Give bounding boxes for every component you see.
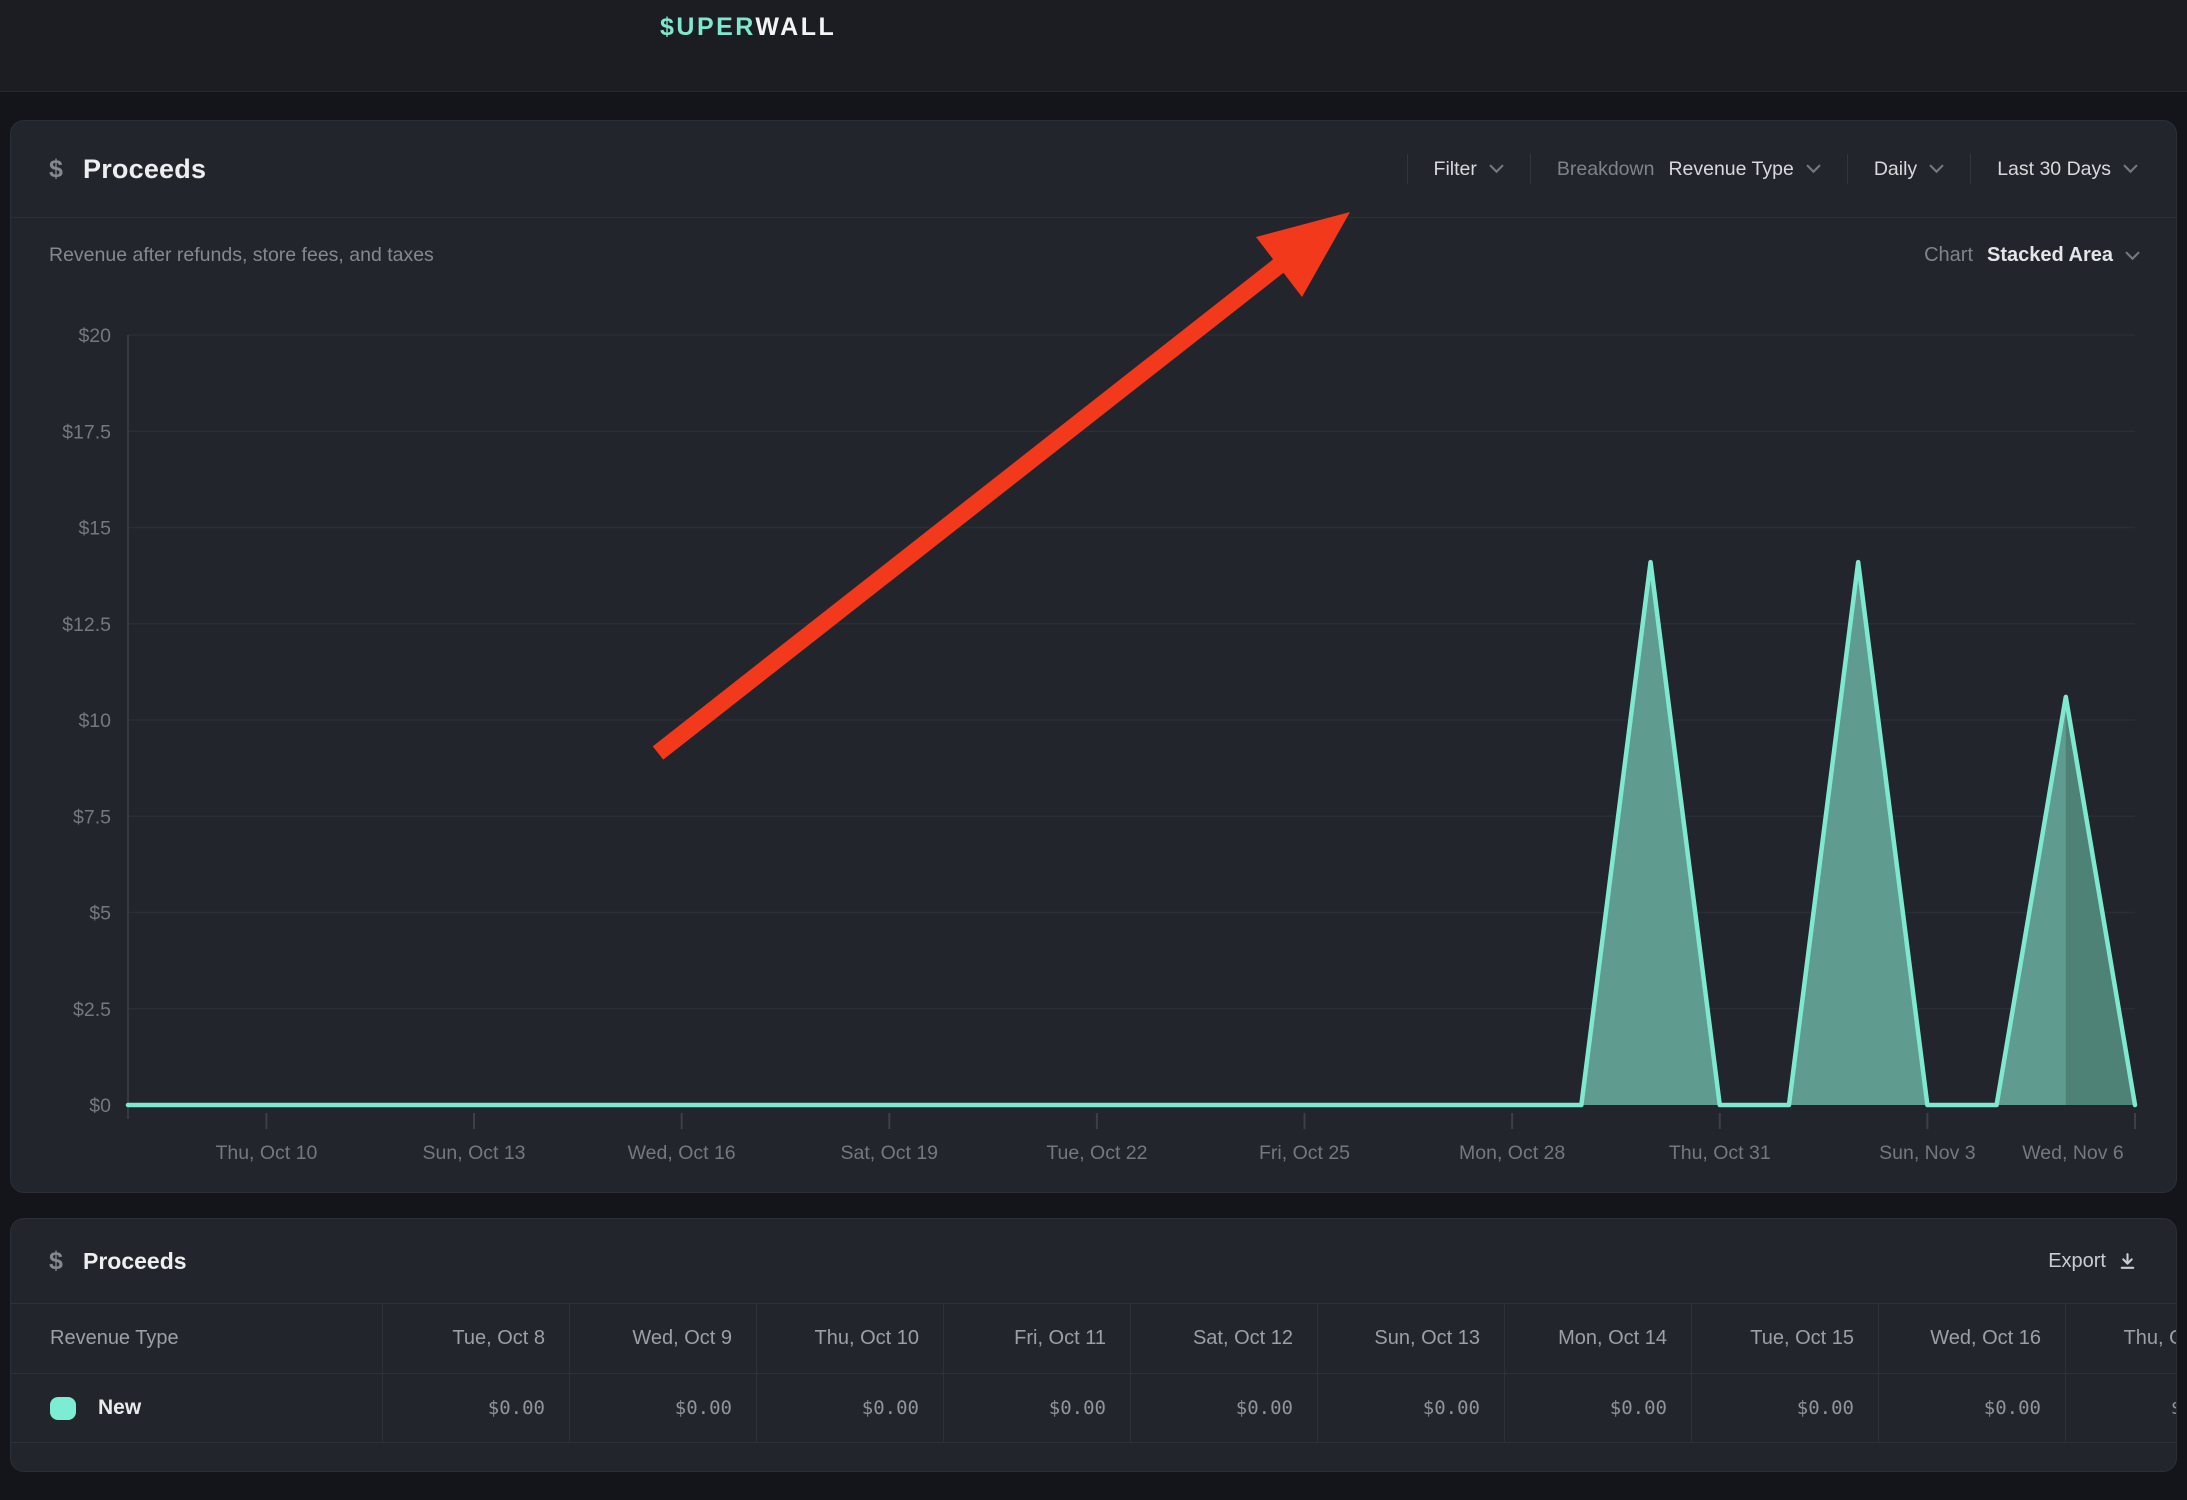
logo-white-part: WALL <box>755 13 836 41</box>
chart-type-label: Chart <box>1924 244 1973 267</box>
x-axis-label: Sun, Oct 13 <box>423 1142 526 1164</box>
y-axis-label: $0 <box>89 1095 111 1117</box>
logo-teal-part: $UPER <box>660 13 755 41</box>
column-header-date: Tue, Oct 8 <box>382 1304 569 1373</box>
table-value-cell: $0.00 <box>756 1374 943 1442</box>
y-axis-label: $12.5 <box>62 614 111 636</box>
proceeds-table: Revenue TypeTue, Oct 8Wed, Oct 9Thu, Oct… <box>11 1303 2176 1443</box>
table-value-cell: $0.00 <box>943 1374 1130 1442</box>
table-card-header: $ Proceeds Export <box>11 1219 2176 1303</box>
topbar: $UPERWALL <box>0 0 2187 92</box>
stacked-area-chart: $0 $2.5 $5 $7.5 $10 $12.5 $15 $17.5 $20 Thu, Oct … <box>11 121 2176 1192</box>
row-label-cell: New <box>11 1374 382 1442</box>
area-fill <box>128 562 2135 1105</box>
table-value-cell: $0.00 <box>1691 1374 1878 1442</box>
x-axis-label: Wed, Oct 16 <box>628 1142 736 1164</box>
chart-subheader: Revenue after refunds, store fees, and t… <box>11 218 2176 267</box>
y-axis-label: $10 <box>78 710 111 732</box>
table-value-cell: $0.00 <box>1878 1374 2065 1442</box>
proceeds-table-card: $ Proceeds Export Revenue TypeTue, Oct 8… <box>10 1218 2177 1472</box>
column-header-date: Mon, Oct 14 <box>1504 1304 1691 1373</box>
table-value-cell: $0.00 <box>1317 1374 1504 1442</box>
y-axis-label: $17.5 <box>62 421 111 443</box>
superwall-logo: $UPERWALL <box>660 13 836 42</box>
table-value-cell: $0.00 <box>382 1374 569 1442</box>
chart-subtitle: Revenue after refunds, store fees, and t… <box>49 244 434 267</box>
series-swatch-icon <box>50 1397 76 1420</box>
x-axis-label: Sat, Oct 19 <box>840 1142 938 1164</box>
chart-type-dropdown[interactable]: Chart Stacked Area <box>1924 244 2140 267</box>
table-row: New$0.00$0.00$0.00$0.00$0.00$0.00$0.00$0… <box>11 1373 2176 1443</box>
column-header-date: Thu, Oct 10 <box>756 1304 943 1373</box>
table-value-cell: $0.00 <box>1130 1374 1317 1442</box>
y-axis-label: $7.5 <box>73 806 111 828</box>
column-header-date: Wed, Oct 16 <box>1878 1304 2065 1373</box>
y-axis-label: $2.5 <box>73 999 111 1021</box>
x-axis-label: Thu, Oct 10 <box>215 1142 317 1164</box>
chevron-down-icon <box>2125 251 2140 261</box>
table-header-row: Revenue TypeTue, Oct 8Wed, Oct 9Thu, Oct… <box>11 1303 2176 1373</box>
y-axis-label: $5 <box>89 903 111 925</box>
column-header-date: Sun, Oct 13 <box>1317 1304 1504 1373</box>
x-axis-label: Wed, Nov 6 <box>2022 1142 2124 1164</box>
row-label: New <box>98 1396 141 1420</box>
x-axis-label: Thu, Oct 31 <box>1669 1142 1771 1164</box>
column-header-date: Sat, Oct 12 <box>1130 1304 1317 1373</box>
x-axis-label: Tue, Oct 22 <box>1046 1142 1147 1164</box>
export-button[interactable]: Export <box>2048 1250 2138 1273</box>
column-header-date: Wed, Oct 9 <box>569 1304 756 1373</box>
table-value-cell: $0.00 <box>569 1374 756 1442</box>
chart-type-value: Stacked Area <box>1987 244 2113 267</box>
column-header-date: Tue, Oct 15 <box>1691 1304 1878 1373</box>
proceeds-chart-card: $ Proceeds Filter Breakdown Revenue Type… <box>10 120 2177 1193</box>
export-label: Export <box>2048 1250 2106 1273</box>
download-icon <box>2117 1251 2138 1272</box>
x-axis-label: Fri, Oct 25 <box>1259 1142 1350 1164</box>
dollar-icon: $ <box>49 1247 83 1276</box>
page: $UPERWALL $ Proceeds Filter Breakdown Re… <box>0 0 2187 1500</box>
table-card-title: Proceeds <box>83 1248 187 1275</box>
x-axis-label: Mon, Oct 28 <box>1459 1142 1565 1164</box>
column-header-revenue-type: Revenue Type <box>11 1304 382 1373</box>
column-header-date: Fri, Oct 11 <box>943 1304 1130 1373</box>
x-axis-label: Sun, Nov 3 <box>1879 1142 1975 1164</box>
column-header-date: Thu, Oct 17 <box>2065 1304 2177 1373</box>
table-value-cell: $0.00 <box>1504 1374 1691 1442</box>
y-axis-label: $20 <box>78 325 111 347</box>
y-axis-label: $15 <box>78 518 111 540</box>
table-value-cell: $0.00 <box>2065 1374 2177 1442</box>
